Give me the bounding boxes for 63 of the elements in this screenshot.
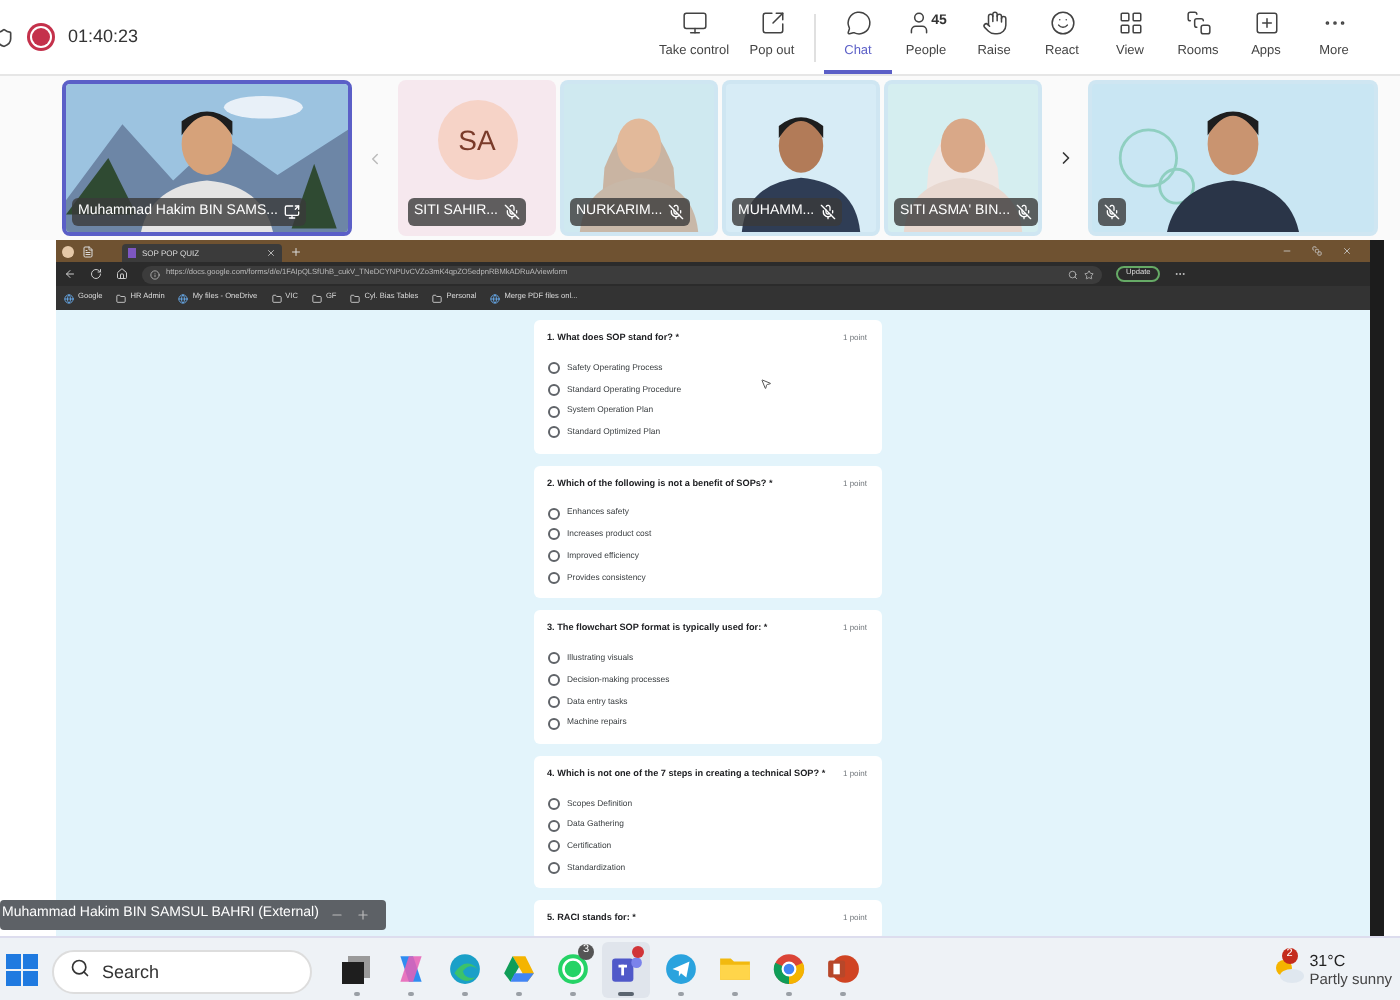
site-info-icon [150, 269, 160, 279]
pop-out-icon [759, 9, 785, 36]
wave-logo-icon [447, 952, 481, 986]
search-icon [70, 957, 90, 977]
radio-button[interactable] [547, 717, 559, 730]
radio-button[interactable] [547, 797, 559, 810]
temperature: 31°C [1309, 951, 1348, 969]
search-icon [1068, 269, 1078, 279]
folder-icon [116, 293, 127, 303]
back-icon[interactable] [64, 268, 76, 280]
restore-icon[interactable] [1312, 246, 1322, 256]
radio-button[interactable] [547, 695, 559, 708]
page-icon [82, 245, 94, 257]
folder-icon [432, 293, 443, 303]
reload-icon[interactable] [90, 268, 102, 280]
folder-icon [350, 293, 361, 303]
smiley-icon [1049, 9, 1075, 36]
radio-button[interactable] [547, 405, 559, 418]
folder-icon [311, 293, 322, 303]
avatar-initials: SA [437, 100, 517, 180]
radio-button[interactable] [547, 507, 559, 520]
hand-icon [981, 9, 1007, 36]
start-icon[interactable] [6, 953, 38, 985]
radio-button[interactable] [547, 383, 559, 396]
site-icon [178, 293, 189, 303]
mouse-pointer-icon [760, 378, 772, 390]
new-tab-icon[interactable] [290, 245, 302, 257]
radio-button[interactable] [547, 819, 559, 832]
site-icon [64, 293, 74, 303]
radio-button[interactable] [547, 426, 559, 439]
triangle-logo-icon [501, 952, 535, 986]
radio-button[interactable] [547, 572, 559, 584]
radio-button[interactable] [547, 362, 559, 375]
rooms-icon [1185, 9, 1211, 36]
slides-logo-icon [825, 952, 859, 986]
radio-button[interactable] [547, 862, 559, 875]
task-view-icon [340, 953, 372, 985]
sun-cloud-icon [1271, 955, 1304, 983]
browser-logo-icon [771, 952, 805, 986]
radio-button[interactable] [547, 673, 559, 686]
radio-button[interactable] [547, 840, 559, 853]
chat-bubble-icon [555, 952, 589, 986]
site-icon [490, 293, 501, 303]
radio-button[interactable] [547, 528, 559, 541]
shield-icon [0, 25, 14, 49]
team-logo-icon [609, 952, 643, 986]
plus-square-icon [1253, 9, 1279, 36]
folder-icon [717, 952, 751, 986]
form-favicon-icon [128, 248, 136, 258]
folder-icon [271, 293, 282, 303]
monitor-icon [681, 9, 707, 36]
search-field[interactable]: Search [52, 949, 312, 993]
paper-plane-icon [663, 952, 697, 986]
radio-button[interactable] [547, 550, 559, 563]
grid-icon [1117, 9, 1143, 36]
person-icon [905, 9, 932, 36]
chat-icon [845, 9, 871, 36]
star-icon[interactable] [1084, 269, 1094, 279]
home-icon[interactable] [116, 268, 128, 280]
profile-icon [62, 245, 74, 257]
scrollbar[interactable] [1370, 240, 1384, 936]
meeting-timer: 01:40:23 [68, 23, 139, 50]
radio-button[interactable] [547, 652, 559, 665]
